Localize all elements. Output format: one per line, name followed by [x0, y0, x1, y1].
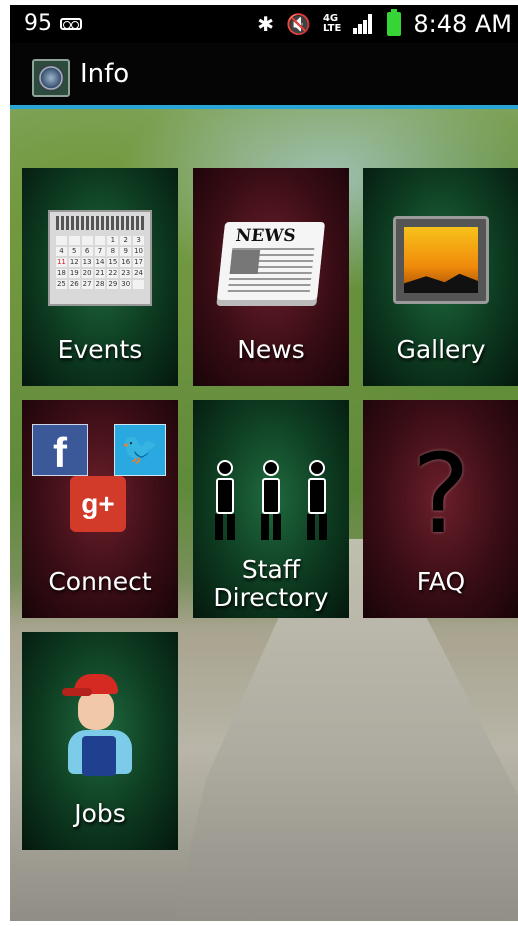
newspaper-headline: NEWS	[234, 226, 297, 246]
calendar-day: 16	[120, 258, 132, 267]
calendar-day	[133, 280, 144, 289]
calendar-day: 3	[133, 236, 144, 245]
tile-connect[interactable]: f 🐦 g+ Connect	[22, 400, 178, 618]
tile-faq[interactable]: ? FAQ	[363, 400, 518, 618]
facebook-icon: f	[32, 424, 88, 476]
twitter-icon: 🐦	[114, 424, 166, 476]
tile-events[interactable]: 1 2 3 4 5 6 7 8 9 10 11 12 13 14 15 16 17 18 19 20 21 22 23 24 2…	[22, 168, 178, 386]
tile-label-gallery: Gallery	[396, 335, 486, 364]
status-right: ✱ 🔇 4G LTE 8:48 AM	[257, 9, 512, 38]
calendar-day: 15	[107, 258, 119, 267]
google-plus-icon: g+	[70, 476, 126, 532]
calendar-day	[56, 236, 67, 245]
calendar-day: 21	[94, 269, 106, 278]
tile-label-faq: FAQ	[416, 567, 466, 596]
calendar-day: 28	[94, 280, 106, 289]
status-bar: 95 ✱ 🔇 4G LTE 8:48 AM	[10, 5, 518, 43]
clock: 8:48 AM	[413, 10, 512, 38]
page-title: Info	[80, 59, 130, 89]
tile-gallery[interactable]: Gallery	[363, 168, 518, 386]
calendar-day: 24	[133, 269, 144, 278]
calendar-day: 19	[68, 269, 80, 278]
app-logo-icon[interactable]	[32, 59, 70, 97]
calendar-day: 10	[133, 247, 144, 256]
tile-label-events: Events	[57, 335, 143, 364]
calendar-day: 30	[120, 280, 132, 289]
question-icon: ?	[411, 430, 471, 558]
calendar-day: 5	[68, 247, 80, 256]
tile-label-news: News	[237, 335, 305, 364]
calendar-day	[68, 236, 80, 245]
tile-label-staff-line2: Directory	[213, 583, 329, 612]
calendar-day: 1	[107, 236, 119, 245]
calendar-day: 8	[107, 247, 119, 256]
tile-staff-directory[interactable]: Staff Directory	[193, 400, 349, 618]
gallery-icon	[393, 216, 489, 304]
tile-label-jobs: Jobs	[74, 799, 126, 828]
signal-icon	[353, 14, 375, 34]
calendar-day: 14	[94, 258, 106, 267]
tile-news[interactable]: NEWS News	[193, 168, 349, 386]
battery-icon	[387, 9, 402, 36]
calendar-day: 6	[81, 247, 93, 256]
calendar-day: 22	[107, 269, 119, 278]
bluetooth-icon: ✱	[257, 12, 275, 36]
worker-icon	[62, 672, 142, 782]
calendar-day: 26	[68, 280, 80, 289]
calendar-day: 18	[56, 269, 67, 278]
calendar-day: 4	[56, 247, 67, 256]
action-bar: Info	[10, 43, 518, 109]
calendar-day: 17	[133, 258, 144, 267]
status-left: 95	[24, 11, 82, 36]
calendar-day	[81, 236, 93, 245]
notification-count: 95	[24, 11, 52, 36]
people-icon	[203, 460, 339, 542]
calendar-day: 11	[56, 258, 67, 267]
calendar-day: 2	[120, 236, 132, 245]
tile-label-connect: Connect	[48, 567, 152, 596]
lte-icon: 4G LTE	[322, 13, 342, 34]
mute-icon: 🔇	[286, 12, 311, 36]
tile-jobs[interactable]: Jobs	[22, 632, 178, 850]
calendar-day: 12	[68, 258, 80, 267]
newspaper-icon: NEWS	[215, 218, 327, 308]
calendar-day	[94, 236, 106, 245]
phone-screen: 95 ✱ 🔇 4G LTE 8:48 AM Info 1 2 3 4 5 6 7 8 9 10 11 1…	[10, 5, 518, 921]
calendar-day: 23	[120, 269, 132, 278]
calendar-day: 27	[81, 280, 93, 289]
calendar-day: 13	[81, 258, 93, 267]
calendar-day: 7	[94, 247, 106, 256]
calendar-icon: 1 2 3 4 5 6 7 8 9 10 11 12 13 14 15 16 17 18 19 20 21 22 23 24 2…	[48, 210, 152, 306]
tile-label-staff-directory: Staff Directory	[193, 556, 349, 612]
tile-label-staff-line1: Staff	[241, 555, 301, 584]
voicemail-icon	[60, 17, 82, 30]
calendar-day: 25	[56, 280, 67, 289]
calendar-day: 20	[81, 269, 93, 278]
calendar-day: 29	[107, 280, 119, 289]
calendar-day: 9	[120, 247, 132, 256]
